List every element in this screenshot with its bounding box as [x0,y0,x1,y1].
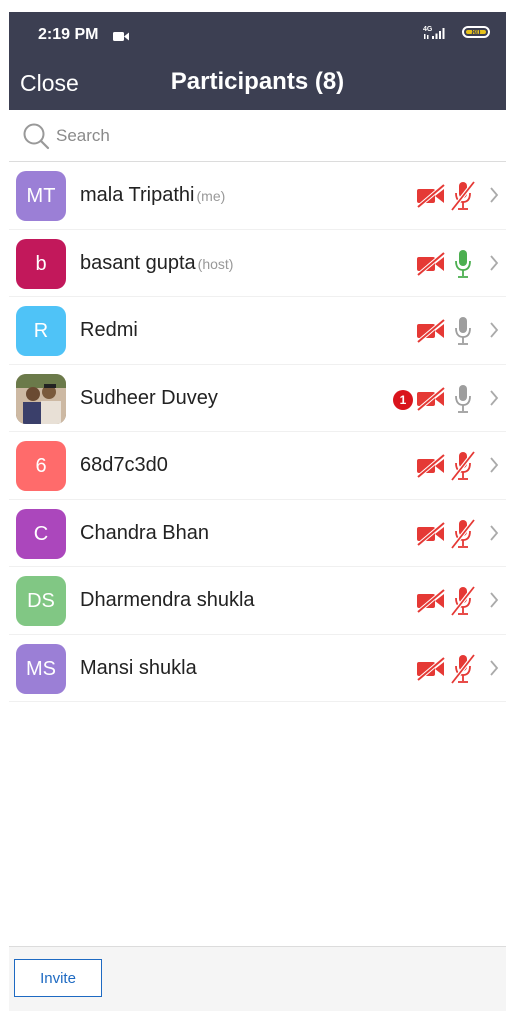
video-off-icon [416,385,446,416]
participant-name-container: Redmi [80,319,138,342]
participant-row[interactable]: R Redmi [9,297,506,365]
participant-row[interactable]: MS Mansi shukla [9,635,506,702]
participant-row[interactable]: b basant gupta (host) [9,230,506,297]
mic-muted-icon [450,585,476,622]
signal-icon: 4G [420,25,450,46]
battery-icon: 80 [462,26,490,38]
participant-status-icons: 1 [389,383,499,415]
mic-muted-icon [450,518,476,555]
video-off-icon [416,183,446,213]
participant-row[interactable]: MT mala Tripathi (me) [9,162,506,230]
chevron-right-icon [489,321,499,344]
participant-row[interactable]: DS Dharmendra shukla [9,567,506,635]
participant-role: (host) [197,255,234,272]
video-off-icon [416,520,446,551]
participant-name: Mansi shukla [80,656,197,679]
status-time: 2:19 PM [38,26,99,43]
participant-name: 68d7c3d0 [80,454,168,476]
invite-button[interactable]: Invite [14,959,102,997]
chevron-right-icon [489,186,499,209]
participant-name-container: Mansi shukla [80,657,197,680]
participant-status-icons [389,518,499,550]
avatar: MS [16,643,66,694]
participant-name: mala Tripathi [80,184,195,206]
participant-row[interactable]: C Chandra Bhan [9,500,506,567]
chevron-right-icon [489,456,499,479]
mic-muted-icon [450,653,476,690]
page-title: Participants (8) [170,68,345,95]
video-off-icon [416,250,446,281]
video-off-icon [416,318,446,348]
mic-muted-icon [450,180,476,217]
search-input[interactable] [56,123,476,149]
participant-name: Chandra Bhan [80,521,209,544]
participant-name-container: Sudheer Duvey [80,387,218,410]
close-button[interactable]: Close [20,70,79,97]
participant-name-container: Chandra Bhan [80,522,209,545]
avatar: R [16,306,66,356]
participant-name-container: mala Tripathi (me) [80,184,225,207]
avatar: MT [16,171,66,221]
participant-name-container: basant gupta (host) [80,252,233,275]
battery-level: 80 [466,29,486,37]
avatar: b [16,238,66,289]
search-bar [9,110,506,162]
participant-status-icons [389,315,499,347]
chevron-right-icon [489,591,499,614]
participant-status-icons [389,653,499,685]
mic-icon [450,383,476,420]
svg-text:4G: 4G [423,26,433,33]
chevron-right-icon [489,659,499,682]
participant-status-icons [389,450,499,482]
app-frame: 2:19 PM 4G 80 Close Participants (8) MT m… [9,12,506,1011]
participants-list: MT mala Tripathi (me) b basant gupta (host) R R… [9,162,506,702]
participant-row[interactable]: Sudheer Duvey 1 [9,365,506,432]
participant-name: Dharmendra shukla [80,589,255,611]
participant-role: (me) [196,188,226,204]
participant-name: basant gupta [80,251,196,274]
chevron-right-icon [489,254,499,277]
video-off-icon [416,588,446,618]
chevron-right-icon [489,524,499,547]
chevron-right-icon [489,389,499,412]
video-recording-icon [113,29,129,47]
search-icon [22,122,50,155]
participant-name: Redmi [80,319,138,341]
participant-name-container: Dharmendra shukla [80,589,255,612]
bottom-bar: Invite [9,946,506,1011]
participant-status-icons [389,180,499,212]
avatar: 6 [16,441,66,491]
header-bar: 2:19 PM 4G 80 Close Participants (8) [9,12,506,110]
avatar: DS [16,576,66,626]
participant-row[interactable]: 6 68d7c3d0 [9,432,506,500]
mic-icon [450,315,476,352]
participant-status-icons [389,585,499,617]
participant-name: Sudheer Duvey [80,386,218,409]
chat-count-badge: 1 [393,389,413,410]
avatar [16,373,66,424]
participant-status-icons [389,248,499,280]
participant-name-container: 68d7c3d0 [80,454,168,477]
mic-icon [450,248,476,285]
mic-muted-icon [450,450,476,487]
video-off-icon [416,453,446,483]
video-off-icon [416,655,446,686]
avatar: C [16,508,66,559]
